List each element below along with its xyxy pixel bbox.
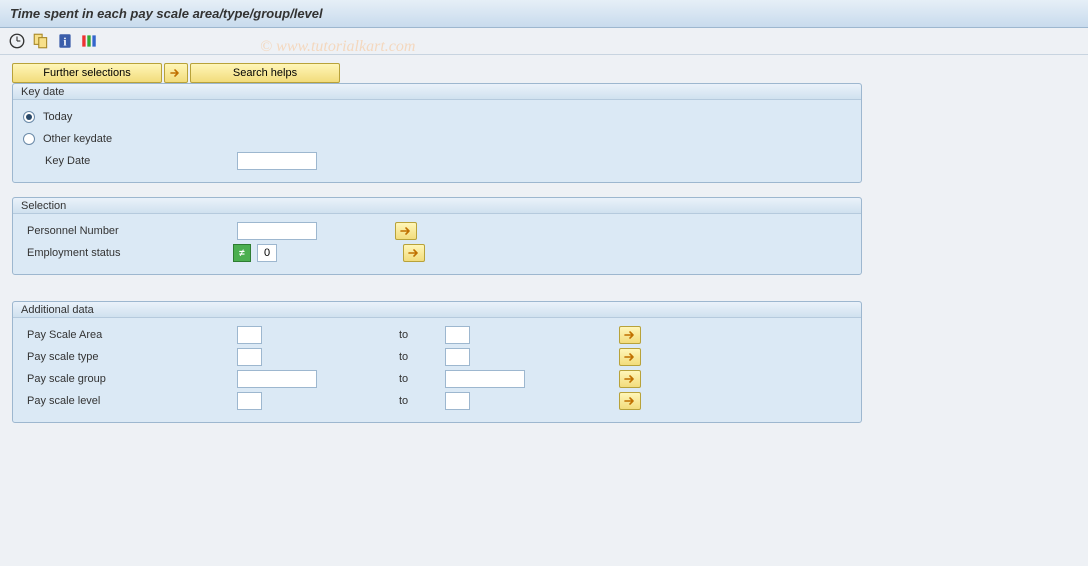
personnel-number-input[interactable] [237, 222, 317, 240]
radio-other-label: Other keydate [43, 133, 112, 145]
additional-row-label: Pay Scale Area [23, 329, 233, 341]
employment-status-input[interactable] [257, 244, 277, 262]
employment-status-multi-button[interactable] [403, 244, 425, 262]
to-label: to [391, 329, 441, 341]
additional-multi-button[interactable] [619, 326, 641, 344]
toolbar: i [0, 28, 1088, 55]
additional-to-input[interactable] [445, 392, 470, 410]
additional-from-input[interactable] [237, 370, 317, 388]
additional-row: Pay scale level to [23, 390, 851, 412]
radio-other-keydate[interactable] [23, 133, 35, 145]
search-helps-button[interactable]: Search helps [190, 63, 340, 83]
to-label: to [391, 373, 441, 385]
additional-to-input[interactable] [445, 348, 470, 366]
not-equal-icon[interactable]: ≠ [233, 244, 251, 262]
keydate-label: Key Date [23, 155, 233, 167]
further-selections-button[interactable]: Further selections [12, 63, 162, 83]
additional-from-input[interactable] [237, 348, 262, 366]
additional-to-input[interactable] [445, 370, 525, 388]
button-row: Further selections Search helps [12, 63, 1076, 83]
keydate-input[interactable] [237, 152, 317, 170]
personnel-number-multi-button[interactable] [395, 222, 417, 240]
additional-row: Pay scale group to [23, 368, 851, 390]
additional-row: Pay scale type to [23, 346, 851, 368]
svg-text:i: i [63, 37, 66, 49]
additional-to-input[interactable] [445, 326, 470, 344]
title-bar: Time spent in each pay scale area/type/g… [0, 0, 1088, 28]
additional-row: Pay Scale Area to [23, 324, 851, 346]
group-title-keydate: Key date [13, 84, 861, 100]
page-title: Time spent in each pay scale area/type/g… [10, 6, 1078, 21]
additional-from-input[interactable] [237, 392, 262, 410]
additional-row-label: Pay scale group [23, 373, 233, 385]
to-label: to [391, 351, 441, 363]
execute-icon[interactable] [8, 32, 26, 50]
additional-from-input[interactable] [237, 326, 262, 344]
group-additional-data: Additional data Pay Scale AreatoPay scal… [12, 301, 862, 423]
radio-today[interactable] [23, 111, 35, 123]
columns-icon[interactable] [80, 32, 98, 50]
content-area: Further selections Search helps Key date… [0, 55, 1088, 445]
employment-status-label: Employment status [23, 247, 229, 259]
additional-row-label: Pay scale type [23, 351, 233, 363]
info-icon[interactable]: i [56, 32, 74, 50]
variant-icon[interactable] [32, 32, 50, 50]
radio-today-label: Today [43, 111, 72, 123]
additional-row-label: Pay scale level [23, 395, 233, 407]
group-title-additional: Additional data [13, 302, 861, 318]
additional-multi-button[interactable] [619, 348, 641, 366]
personnel-number-label: Personnel Number [23, 225, 233, 237]
group-keydate: Key date Today Other keydate Key Date [12, 83, 862, 183]
additional-multi-button[interactable] [619, 370, 641, 388]
to-label: to [391, 395, 441, 407]
group-selection: Selection Personnel Number Employment st… [12, 197, 862, 275]
additional-multi-button[interactable] [619, 392, 641, 410]
group-title-selection: Selection [13, 198, 861, 214]
search-helps-arrow-button[interactable] [164, 63, 188, 83]
